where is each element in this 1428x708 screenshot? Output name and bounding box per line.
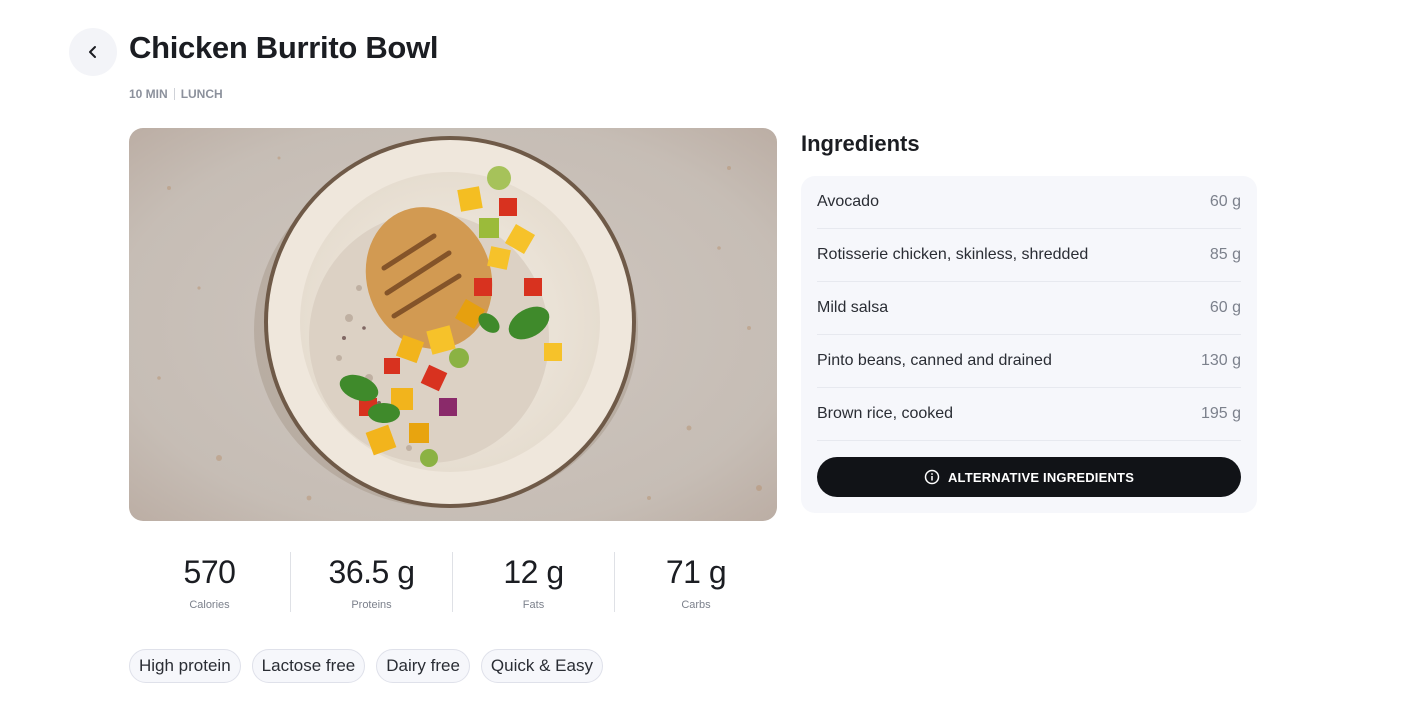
macros-panel: 570 Calories 36.5 g Proteins 12 g Fats 7… [129,552,777,612]
meta-divider [173,88,175,100]
macro-label: Fats [522,599,545,611]
ingredient-row: Avocado 60 g [817,176,1241,229]
macro-carbs: 71 g Carbs [615,552,777,612]
back-button[interactable] [69,28,117,76]
page-title: Chicken Burrito Bowl [129,30,439,65]
ingredients-card: Avocado 60 g Rotisserie chicken, skinles… [801,176,1257,513]
alternative-ingredients-button[interactable]: ALTERNATIVE INGREDIENTS [817,457,1241,497]
tag-lactose-free[interactable]: Lactose free [251,649,366,683]
ingredient-name: Mild salsa [817,299,889,316]
ingredients-title: Ingredients [801,131,920,156]
recipe-time: 10 MIN [129,87,168,101]
ingredient-quantity: 60 g [1209,299,1241,316]
info-icon [924,469,940,485]
macro-label: Calories [189,599,230,611]
recipe-meal-type: LUNCH [180,87,223,101]
macro-fats: 12 g Fats [453,552,615,612]
recipe-tags: High protein Lactose free Dairy free Qui… [129,649,603,683]
ingredient-name: Rotisserie chicken, skinless, shredded [817,246,1089,263]
ingredient-quantity: 195 g [1200,405,1241,422]
ingredient-row: Brown rice, cooked 195 g [817,388,1241,441]
chevron-left-icon [89,46,96,58]
tag-dairy-free[interactable]: Dairy free [376,649,470,683]
ingredient-quantity: 130 g [1200,352,1241,369]
alternative-ingredients-label: ALTERNATIVE INGREDIENTS [947,469,1135,485]
ingredient-row: Mild salsa 60 g [817,282,1241,335]
macro-label: Proteins [351,599,392,611]
recipe-photo-illustration [129,128,777,521]
ingredient-row: Pinto beans, canned and drained 130 g [817,335,1241,388]
tag-quick-easy[interactable]: Quick & Easy [480,649,603,683]
macro-value: 570 [183,554,236,590]
macro-value: 12 g [503,554,564,590]
macro-label: Carbs [681,599,711,611]
tag-high-protein[interactable]: High protein [129,649,241,683]
macro-proteins: 36.5 g Proteins [291,552,453,612]
ingredient-row: Rotisserie chicken, skinless, shredded 8… [817,229,1241,282]
ingredient-name: Pinto beans, canned and drained [817,352,1052,369]
ingredient-name: Avocado [817,193,879,210]
macro-value: 36.5 g [328,554,415,590]
ingredient-quantity: 85 g [1209,246,1241,263]
ingredient-quantity: 60 g [1209,193,1241,210]
ingredient-name: Brown rice, cooked [817,405,954,422]
recipe-meta: 10 MIN LUNCH [129,87,223,101]
macro-value: 71 g [665,554,727,590]
recipe-photo [129,128,777,521]
macro-calories: 570 Calories [129,552,291,612]
